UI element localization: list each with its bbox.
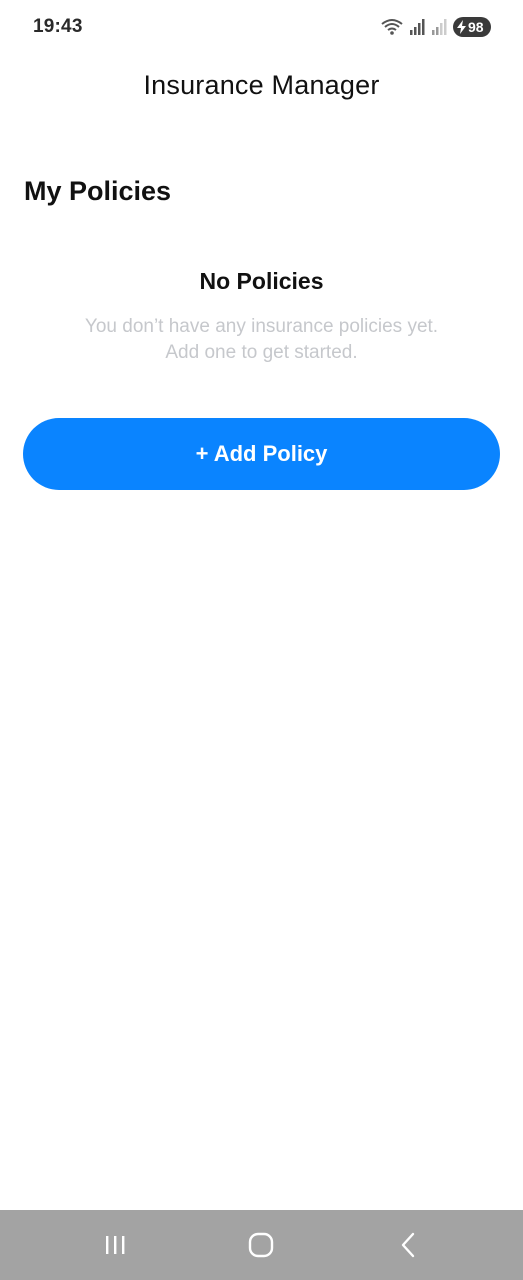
signal-icon	[409, 18, 425, 36]
status-time: 19:43	[33, 16, 83, 37]
app-screen: 19:43 98 Insurance Manager My Policies N…	[0, 0, 523, 1280]
home-icon	[248, 1232, 274, 1258]
empty-state-message: You don’t have any insurance policies ye…	[40, 314, 483, 366]
status-icons: 98	[381, 16, 491, 38]
signal-weak-icon	[431, 18, 447, 36]
battery-charging-icon	[457, 20, 466, 34]
back-button[interactable]	[368, 1210, 448, 1280]
page-title: Insurance Manager	[143, 70, 380, 100]
section-title: My Policies	[24, 176, 172, 206]
add-policy-button[interactable]: + Add Policy	[23, 418, 500, 490]
empty-state-line-1: You don’t have any insurance policies ye…	[84, 316, 439, 337]
battery-level: 98	[468, 19, 484, 35]
home-button[interactable]	[221, 1210, 301, 1280]
wifi-icon	[381, 18, 403, 36]
empty-state-line-2: Add one to get started.	[165, 342, 358, 363]
back-icon	[401, 1232, 415, 1258]
status-bar: 19:43 98	[0, 0, 523, 56]
recent-apps-icon	[106, 1236, 125, 1254]
system-nav-bar	[0, 1210, 523, 1280]
empty-state-title: No Policies	[199, 268, 324, 294]
recent-apps-button[interactable]	[75, 1210, 155, 1280]
battery-indicator: 98	[453, 17, 491, 37]
